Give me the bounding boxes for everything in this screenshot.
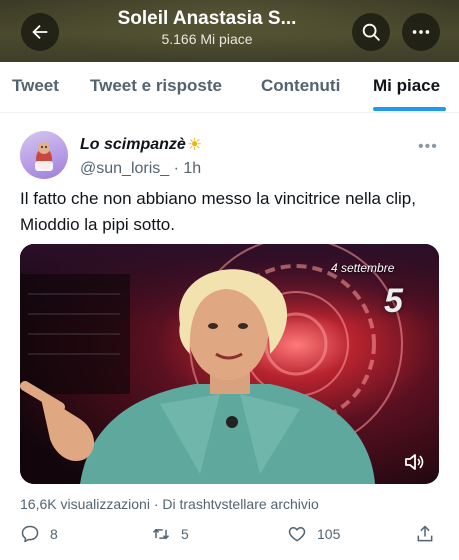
profile-name: Soleil Anastasia S... [117, 8, 297, 29]
tweet-more-icon[interactable]: ••• [418, 138, 438, 156]
author-name[interactable]: Lo scimpanzè [80, 136, 186, 154]
heart-icon [288, 527, 306, 542]
tab-tweet[interactable]: Tweet [12, 76, 59, 96]
tweet-text: Il fatto che non abbiano messo la vincit… [20, 189, 416, 234]
video-frame [20, 244, 439, 484]
profile-header: Soleil Anastasia S... 5.166 Mi piace [0, 0, 459, 62]
retweet-icon [152, 528, 170, 540]
reply-icon [21, 525, 39, 543]
handle-text: @sun_loris_ [80, 160, 170, 177]
search-icon [362, 23, 380, 41]
profile-tabs: Tweet Tweet e risposte Contenuti Mi piac… [0, 62, 459, 113]
video-date-overlay: 4 settembre [331, 261, 395, 275]
likes-count: 5.166 Mi piace [161, 31, 253, 47]
share-icon [417, 525, 433, 542]
retweet-button[interactable]: 5 [151, 524, 189, 544]
channel-logo: 5 [384, 282, 403, 320]
back-button[interactable] [21, 13, 59, 51]
more-horizontal-icon [412, 30, 430, 34]
like-button[interactable]: 105 [287, 524, 340, 544]
more-button[interactable] [402, 13, 440, 51]
like-count: 105 [317, 526, 341, 542]
retweet-count: 5 [181, 526, 189, 542]
avatar-image [35, 142, 53, 171]
search-button[interactable] [352, 13, 390, 51]
reply-count: 8 [50, 526, 58, 542]
tweet-meta: 16,6K visualizzazioni · Di trashtvstella… [20, 496, 319, 512]
arrow-left-icon [32, 24, 48, 40]
avatar[interactable] [20, 131, 68, 179]
author-handle[interactable]: @sun_loris_ · 1h [80, 160, 201, 178]
tab-contenuti[interactable]: Contenuti [261, 76, 340, 96]
volume-icon[interactable] [403, 451, 427, 473]
tab-tweet-e-risposte[interactable]: Tweet e risposte [90, 76, 222, 96]
sun-emoji-icon: ☀ [187, 135, 203, 154]
active-tab-indicator [373, 107, 446, 111]
tab-mi-piace[interactable]: Mi piace [373, 76, 440, 96]
tweet-video[interactable]: 4 settembre 5 [20, 244, 439, 484]
reply-button[interactable]: 8 [20, 524, 58, 544]
share-button[interactable] [415, 524, 445, 544]
tweet-time: · 1h [173, 160, 202, 177]
